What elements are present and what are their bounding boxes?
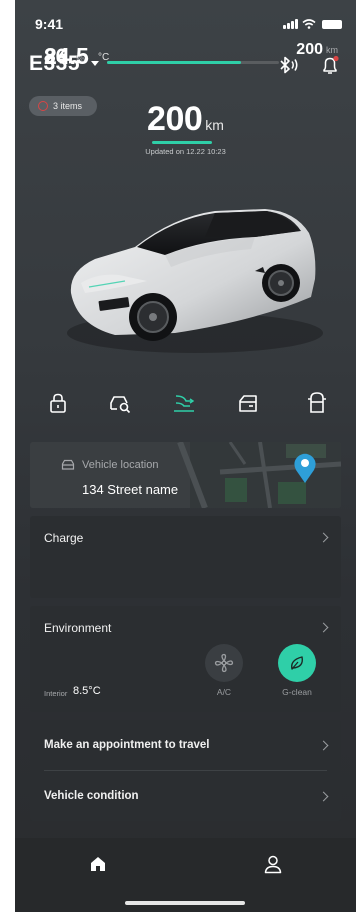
- wifi-icon: [302, 19, 316, 29]
- find-car-button[interactable]: [105, 388, 135, 418]
- charge-bar: [107, 61, 279, 64]
- signal-icon: [283, 19, 298, 29]
- fan-flow-icon: [174, 395, 195, 412]
- environment-title: Environment: [44, 621, 112, 635]
- car-search-icon: [110, 396, 131, 414]
- range-unit: km: [205, 117, 224, 133]
- chevron-right-icon: [318, 791, 329, 802]
- location-street: 134 Street name: [82, 482, 179, 497]
- door-button[interactable]: [302, 388, 332, 418]
- status-icons: [283, 19, 342, 29]
- range-updated: Updated on 12.22 10:23: [145, 147, 226, 156]
- range-value: 200: [147, 100, 203, 138]
- vehicle-location-card[interactable]: Vehicle location 134 Street name: [30, 442, 341, 508]
- charge-range-value: 200: [296, 41, 323, 58]
- ac-label: A/C: [216, 687, 232, 697]
- trunk-icon: [239, 395, 257, 412]
- lock-button[interactable]: [43, 388, 73, 418]
- status-time: 9:41: [35, 16, 64, 32]
- charge-title: Charge: [44, 531, 84, 545]
- range-underline: [151, 141, 212, 144]
- tab-home[interactable]: [86, 852, 110, 876]
- exterior-temperature: 24.5: [44, 43, 89, 69]
- ac-button[interactable]: [205, 644, 243, 682]
- leaf-icon: [291, 656, 303, 670]
- interior-label: Interior: [44, 689, 68, 698]
- charge-card[interactable]: Charge: [30, 516, 341, 598]
- battery-icon: [322, 20, 342, 29]
- car-image: [67, 209, 323, 353]
- fan-icon: [214, 653, 234, 673]
- map-pin-icon: [294, 453, 316, 483]
- appointment-label: Make an appointment to travel: [44, 739, 210, 751]
- status-bar: 9:41: [15, 16, 356, 34]
- chevron-right-icon: [318, 532, 329, 543]
- profile-icon: [264, 855, 282, 874]
- vehicle-condition-row[interactable]: Vehicle condition: [30, 771, 341, 821]
- charge-bar-fill: [107, 61, 242, 64]
- home-icon: [91, 857, 105, 871]
- car-icon: [61, 459, 75, 470]
- lock-icon: [50, 393, 66, 413]
- chevron-right-icon: [318, 740, 329, 751]
- location-label: Vehicle location: [82, 459, 159, 471]
- chevron-right-icon: [318, 622, 329, 633]
- climate-button[interactable]: [170, 388, 200, 418]
- home-indicator: [125, 901, 245, 905]
- trunk-button[interactable]: [233, 388, 263, 418]
- appointment-row[interactable]: Make an appointment to travel: [30, 720, 341, 770]
- range-display: 200 km Updated on 12.22 10:23: [15, 100, 356, 156]
- vehicle-condition-label: Vehicle condition: [44, 790, 139, 802]
- vehicle-home-screen: 9:41 E335 3 items 200 km Updated on 12.2…: [15, 0, 356, 912]
- g-clean-button[interactable]: [278, 644, 316, 682]
- tab-profile[interactable]: [261, 852, 285, 876]
- charge-range-unit: km: [326, 45, 338, 55]
- interior-temperature: 8.5°C: [73, 685, 101, 697]
- quick-actions: [15, 388, 356, 418]
- menu-card: Make an appointment to travel Vehicle co…: [30, 720, 341, 821]
- tab-bar: [15, 838, 356, 912]
- g-clean-label: G-clean: [282, 687, 312, 697]
- temperature-unit: °C: [98, 52, 110, 63]
- door-icon: [308, 392, 326, 413]
